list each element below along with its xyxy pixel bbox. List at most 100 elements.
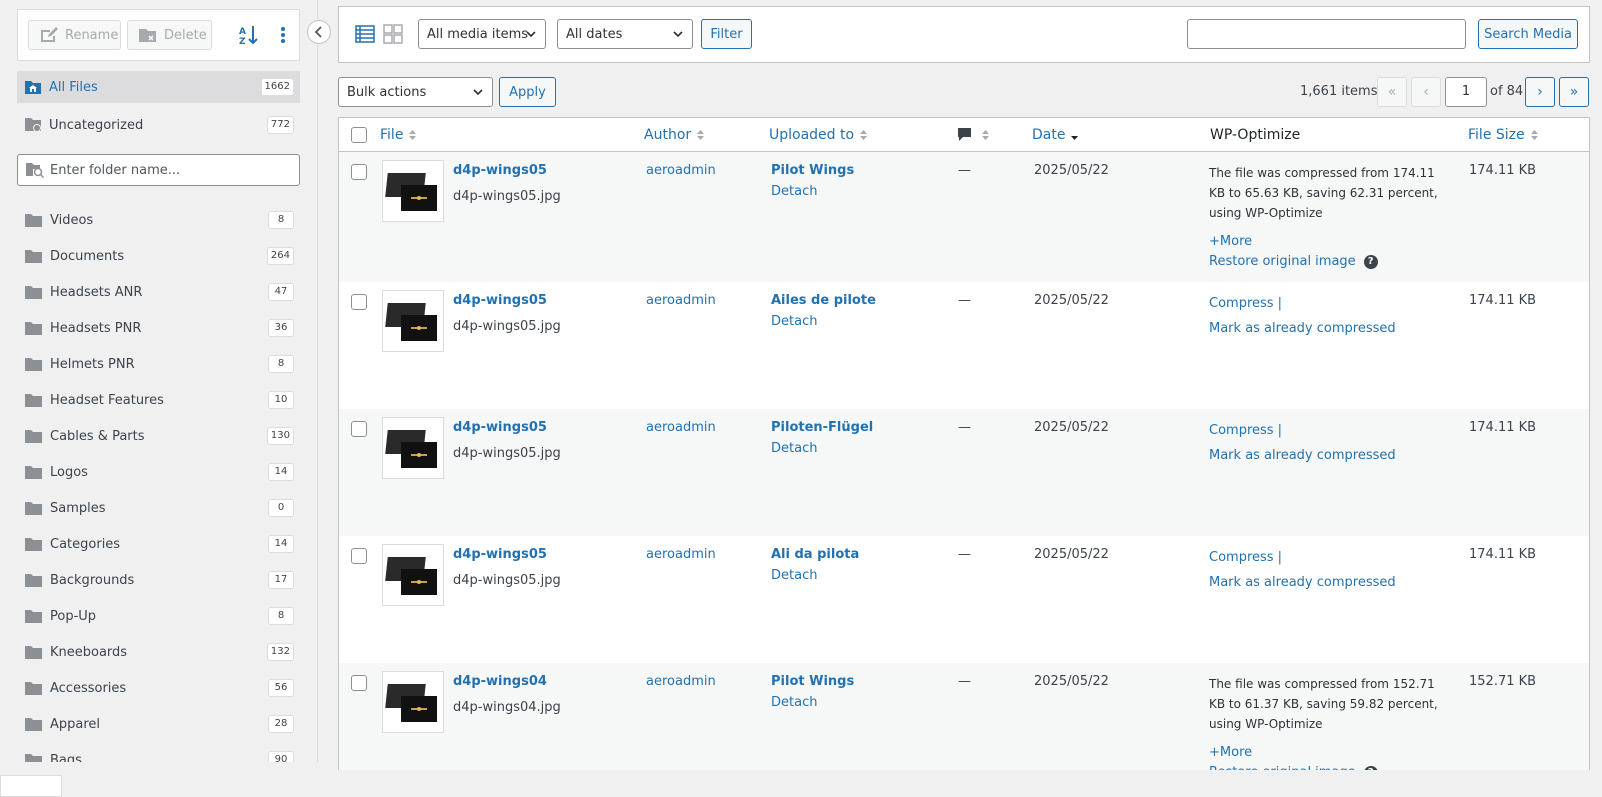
folder-search[interactable] bbox=[17, 154, 300, 186]
last-page-button[interactable]: » bbox=[1559, 77, 1589, 107]
folder-icon bbox=[25, 646, 42, 659]
detach-link[interactable]: Detach bbox=[771, 568, 817, 583]
column-file[interactable]: File bbox=[380, 127, 417, 143]
folder-item[interactable]: Headset Features 10 bbox=[17, 382, 300, 418]
row-checkbox[interactable] bbox=[351, 164, 367, 180]
more-link[interactable]: +More bbox=[1209, 232, 1447, 252]
media-thumbnail[interactable] bbox=[382, 290, 444, 352]
grid-view-icon[interactable] bbox=[383, 24, 403, 44]
more-link[interactable]: +More bbox=[1209, 743, 1447, 763]
help-icon[interactable]: ? bbox=[1363, 255, 1378, 269]
column-uploaded-to[interactable]: Uploaded to bbox=[769, 127, 868, 143]
folder-item[interactable]: Headsets PNR 36 bbox=[17, 310, 300, 346]
comment-count: — bbox=[958, 163, 971, 178]
svg-text:A: A bbox=[239, 27, 246, 37]
media-thumbnail[interactable] bbox=[382, 160, 444, 222]
folder-item[interactable]: Categories 14 bbox=[17, 526, 300, 562]
media-filename: d4p-wings05.jpg bbox=[453, 446, 561, 461]
media-thumbnail[interactable] bbox=[382, 671, 444, 733]
delete-button[interactable]: Delete bbox=[127, 20, 212, 50]
mark-compressed-link[interactable]: Mark as already compressed bbox=[1209, 319, 1447, 339]
more-options-icon[interactable] bbox=[276, 24, 290, 46]
media-type-select[interactable]: All media items bbox=[418, 19, 546, 49]
folder-item[interactable]: Apparel 28 bbox=[17, 706, 300, 742]
folder-item[interactable]: Cables & Parts 130 bbox=[17, 418, 300, 454]
table-row: d4p-wings05 d4p-wings05.jpg aeroadmin Pilot… bbox=[339, 409, 1589, 536]
comment-count: — bbox=[958, 420, 971, 435]
bulk-actions-select[interactable]: Bulk actions bbox=[338, 77, 493, 107]
folder-item[interactable]: Logos 14 bbox=[17, 454, 300, 490]
restore-original-link[interactable]: Restore original image? bbox=[1209, 252, 1447, 272]
folder-item[interactable]: Bags 90 bbox=[17, 742, 300, 762]
media-thumbnail[interactable] bbox=[382, 544, 444, 606]
row-checkbox[interactable] bbox=[351, 294, 367, 310]
folder-item[interactable]: Kneeboards 132 bbox=[17, 634, 300, 670]
folder-item[interactable]: Samples 0 bbox=[17, 490, 300, 526]
collapse-sidebar-button[interactable] bbox=[307, 20, 331, 44]
uploaded-to-link[interactable]: Pilot Wings bbox=[771, 674, 854, 689]
folder-item[interactable]: Videos 8 bbox=[17, 202, 300, 238]
uploaded-to-link[interactable]: Piloten-Flügel bbox=[771, 420, 873, 435]
detach-link[interactable]: Detach bbox=[771, 184, 817, 199]
detach-link[interactable]: Detach bbox=[771, 314, 817, 329]
folder-search-input[interactable] bbox=[50, 162, 290, 178]
folder-item[interactable]: Accessories 56 bbox=[17, 670, 300, 706]
mark-compressed-link[interactable]: Mark as already compressed bbox=[1209, 446, 1447, 466]
next-page-button[interactable]: › bbox=[1525, 77, 1555, 107]
apply-button[interactable]: Apply bbox=[499, 77, 556, 107]
folder-item[interactable]: Helmets PNR 8 bbox=[17, 346, 300, 382]
list-view-icon[interactable] bbox=[355, 24, 375, 44]
search-media-button[interactable]: Search Media bbox=[1478, 19, 1578, 49]
detach-link[interactable]: Detach bbox=[771, 695, 817, 710]
media-title-link[interactable]: d4p-wings05 bbox=[453, 547, 547, 562]
table-row: d4p-wings05 d4p-wings05.jpg aeroadmin Pilot… bbox=[339, 152, 1589, 282]
uploaded-to-link[interactable]: Ailes de pilote bbox=[771, 293, 876, 308]
table-header: File Author Uploaded to Date WP-Optimize… bbox=[339, 118, 1589, 152]
compress-link[interactable]: Compress | bbox=[1209, 550, 1282, 565]
prev-page-button[interactable]: ‹ bbox=[1411, 77, 1441, 107]
folder-item[interactable]: Pop-Up 8 bbox=[17, 598, 300, 634]
author-link[interactable]: aeroadmin bbox=[646, 674, 716, 689]
column-date[interactable]: Date bbox=[1032, 127, 1079, 143]
media-title-link[interactable]: d4p-wings05 bbox=[453, 163, 547, 178]
select-all-checkbox[interactable] bbox=[351, 127, 367, 143]
column-comments[interactable] bbox=[957, 127, 990, 142]
media-title-link[interactable]: d4p-wings05 bbox=[453, 420, 547, 435]
row-checkbox[interactable] bbox=[351, 675, 367, 691]
sort-icon bbox=[697, 130, 705, 140]
media-search-input[interactable] bbox=[1187, 19, 1466, 49]
upload-date: 2025/05/22 bbox=[1034, 163, 1109, 178]
horizontal-scrollbar[interactable] bbox=[0, 770, 1602, 797]
author-link[interactable]: aeroadmin bbox=[646, 420, 716, 435]
filter-button[interactable]: Filter bbox=[701, 19, 752, 49]
thumbnail-image bbox=[385, 557, 437, 595]
compress-link[interactable]: Compress | bbox=[1209, 296, 1282, 311]
uploaded-to-link[interactable]: Pilot Wings bbox=[771, 163, 854, 178]
thumbnail-image bbox=[385, 303, 437, 341]
column-file-size[interactable]: File Size bbox=[1468, 127, 1539, 143]
detach-link[interactable]: Detach bbox=[771, 441, 817, 456]
row-checkbox[interactable] bbox=[351, 548, 367, 564]
folder-item[interactable]: Documents 264 bbox=[17, 238, 300, 274]
rename-button[interactable]: Rename bbox=[28, 20, 121, 50]
column-author[interactable]: Author bbox=[644, 127, 705, 143]
sort-az-icon[interactable]: A Z bbox=[238, 24, 260, 46]
current-page-input[interactable]: 1 bbox=[1445, 77, 1487, 107]
row-checkbox[interactable] bbox=[351, 421, 367, 437]
author-link[interactable]: aeroadmin bbox=[646, 163, 716, 178]
first-page-button[interactable]: « bbox=[1377, 77, 1407, 107]
media-title-link[interactable]: d4p-wings05 bbox=[453, 293, 547, 308]
mark-compressed-link[interactable]: Mark as already compressed bbox=[1209, 573, 1447, 593]
folder-uncategorized[interactable]: Uncategorized 772 bbox=[17, 109, 300, 141]
folder-all-files[interactable]: All Files 1662 bbox=[17, 71, 300, 103]
folder-item[interactable]: Backgrounds 17 bbox=[17, 562, 300, 598]
media-title-link[interactable]: d4p-wings04 bbox=[453, 674, 547, 689]
uploaded-to-link[interactable]: Ali da pilota bbox=[771, 547, 859, 562]
author-link[interactable]: aeroadmin bbox=[646, 547, 716, 562]
scrollbar-thumb[interactable] bbox=[0, 775, 62, 797]
date-select[interactable]: All dates bbox=[557, 19, 693, 49]
author-link[interactable]: aeroadmin bbox=[646, 293, 716, 308]
media-thumbnail[interactable] bbox=[382, 417, 444, 479]
compress-link[interactable]: Compress | bbox=[1209, 423, 1282, 438]
folder-item[interactable]: Headsets ANR 47 bbox=[17, 274, 300, 310]
